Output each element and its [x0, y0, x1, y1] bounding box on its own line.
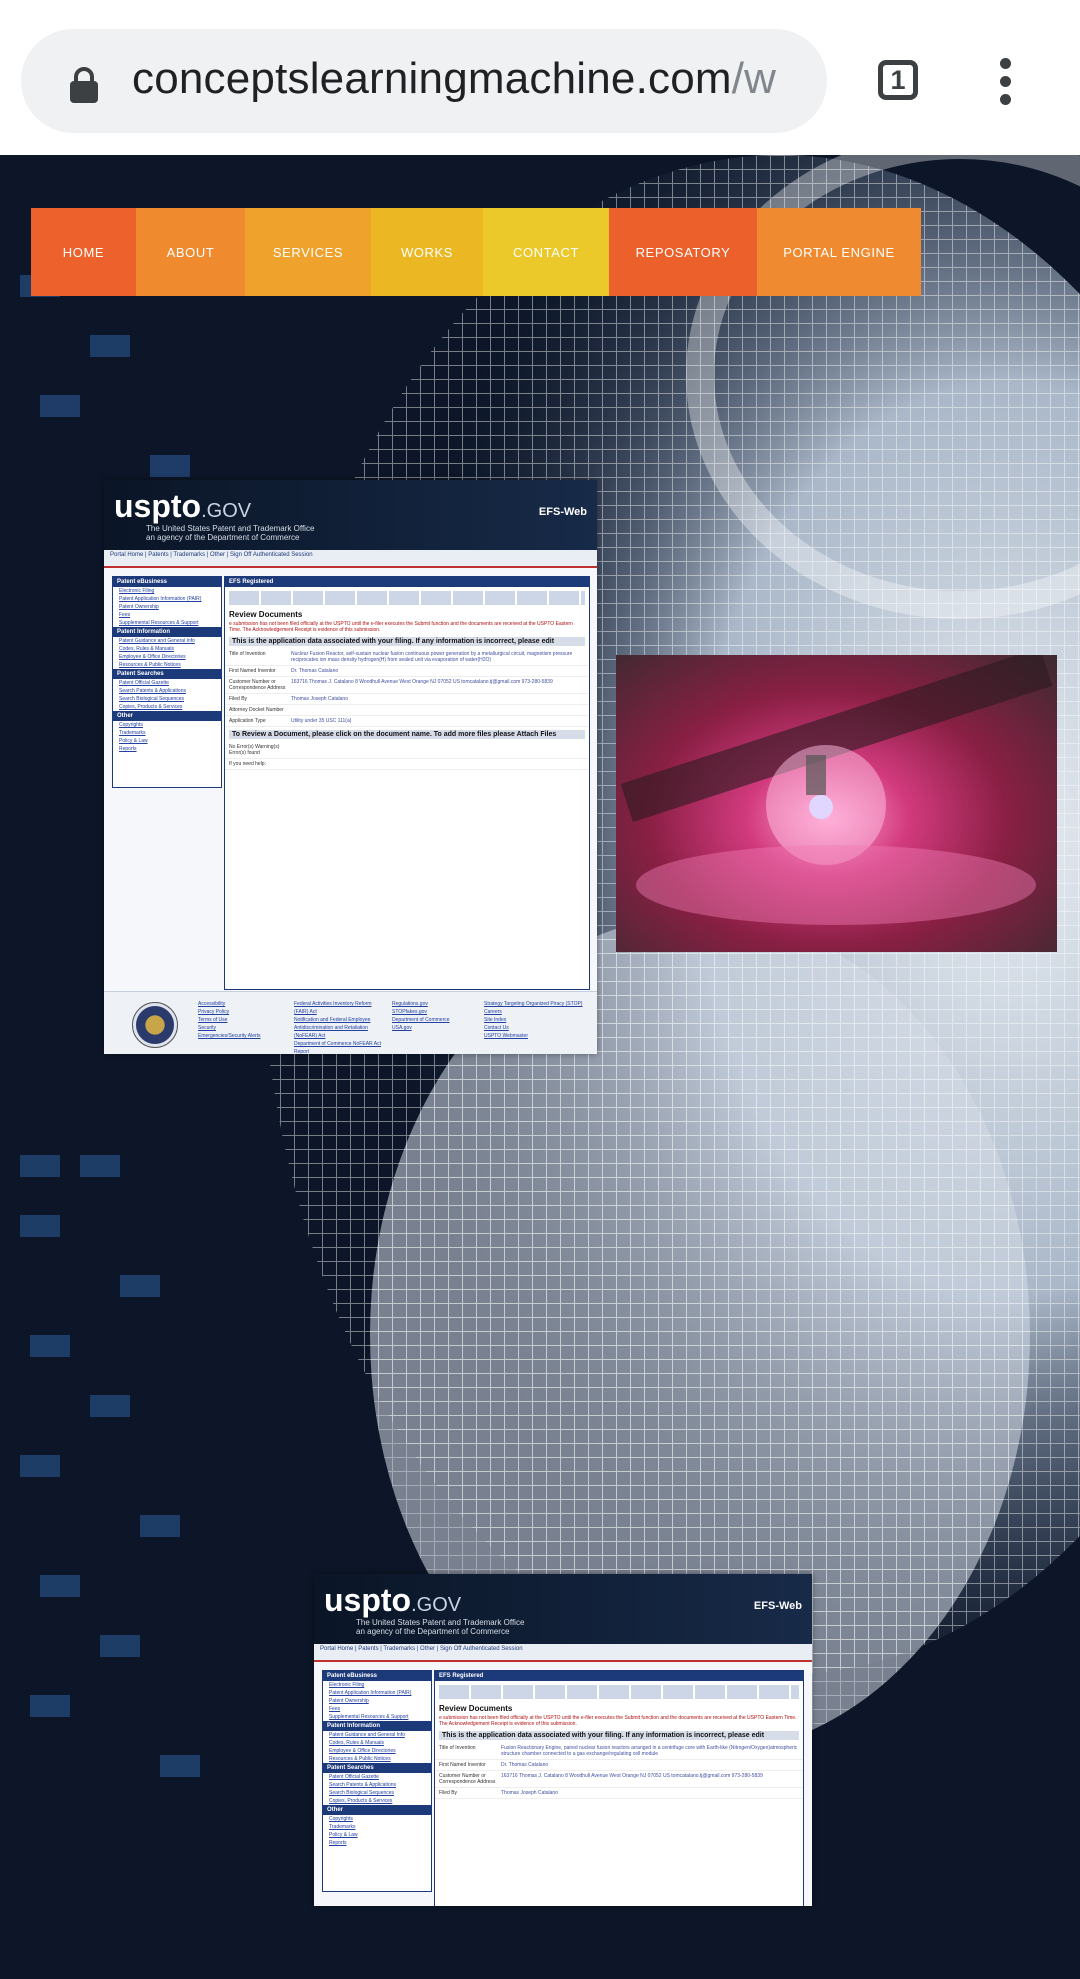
nav-reposatory[interactable]: REPOSATORY: [609, 208, 757, 296]
uspto-sidebar: Patent eBusiness Electronic Filing Patent…: [112, 576, 222, 788]
efs-step-tabs: [229, 591, 585, 605]
nav-about[interactable]: ABOUT: [136, 208, 245, 296]
url-text: conceptslearningmachine.com/w: [132, 54, 777, 103]
uspto-top-nav: Portal Home | Patents | Trademarks | Oth…: [104, 550, 597, 568]
nav-contact[interactable]: CONTACT: [483, 208, 609, 296]
browser-toolbar: conceptslearningmachine.com/w 1: [0, 0, 1080, 155]
efs-step-tabs: [439, 1685, 799, 1699]
uspto-screenshot-image: uspto.GOV The United States Patent and T…: [104, 480, 597, 1054]
nav-works[interactable]: WORKS: [371, 208, 483, 296]
efs-web-label: EFS-Web: [753, 1600, 802, 1612]
uspto-seal-icon: [132, 1002, 178, 1048]
uspto-sidebar: Patent eBusiness Electronic Filing Patent…: [322, 1670, 432, 1892]
uspto-top-nav: Portal Home | Patents | Trademarks | Oth…: [314, 1644, 812, 1662]
uspto-footer: Accessibility Privacy Policy Terms of Use S…: [104, 991, 597, 1054]
nav-home[interactable]: HOME: [31, 208, 136, 296]
uspto-header: uspto.GOV The United States Patent and T…: [104, 480, 597, 550]
uspto-screenshot-image-2: uspto.GOV The United States Patent and T…: [314, 1574, 812, 1906]
uspto-main-panel: EFS Registered Review Documents e submis…: [224, 576, 590, 990]
overflow-menu-icon[interactable]: [996, 58, 1016, 106]
nav-portal-engine[interactable]: PORTAL ENGINE: [757, 208, 921, 296]
uspto-logo: uspto.GOV: [324, 1582, 462, 1618]
address-bar[interactable]: conceptslearningmachine.com/w: [21, 29, 827, 133]
main-nav: HOME ABOUT SERVICES WORKS CONTACT REPOSA…: [31, 208, 921, 296]
uspto-logo: uspto.GOV: [114, 488, 252, 524]
nav-services[interactable]: SERVICES: [245, 208, 371, 296]
reactor-photo-graphic: [620, 655, 1053, 925]
tab-switcher-button[interactable]: 1: [878, 60, 918, 100]
fusion-reactor-photo: [616, 655, 1057, 952]
uspto-header: uspto.GOV The United States Patent and T…: [314, 1574, 812, 1644]
uspto-main-panel: EFS Registered Review Documents e submis…: [434, 1670, 804, 1906]
lock-icon: [70, 67, 98, 103]
efs-web-label: EFS-Web: [538, 506, 587, 518]
